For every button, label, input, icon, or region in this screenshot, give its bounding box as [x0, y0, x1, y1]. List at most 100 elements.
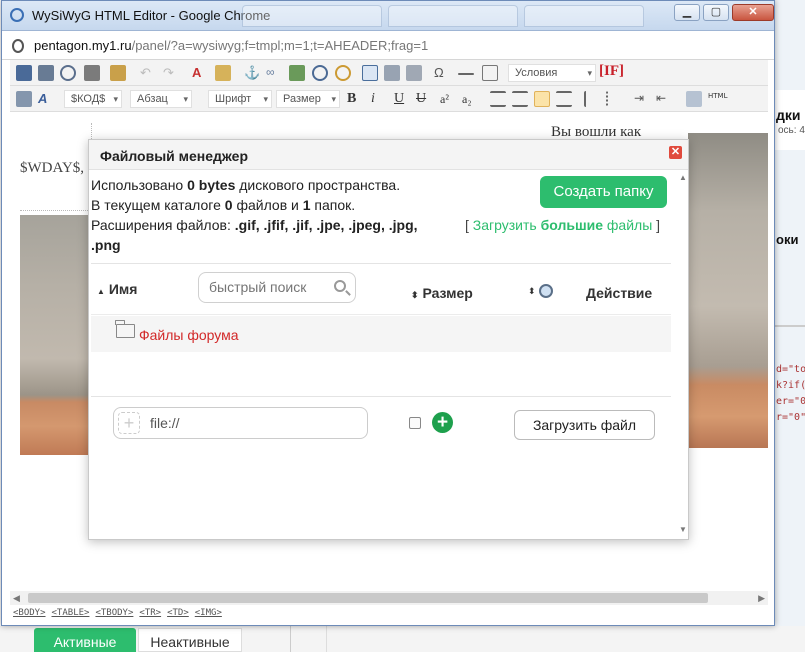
- div-icon[interactable]: [482, 65, 498, 81]
- table-edit-icon[interactable]: [384, 65, 400, 81]
- folder-row[interactable]: Файлы форума: [91, 316, 671, 352]
- align-right-icon[interactable]: [534, 91, 550, 107]
- editor-toolbar-1: ↶ ↷ A ⚓ ∞ Ω Условия [IF]: [10, 60, 768, 86]
- dialog-scrollbar[interactable]: ▲ ▼: [678, 171, 688, 539]
- horizontal-scrollbar[interactable]: ◀ ▶: [10, 591, 768, 605]
- upload-big-pre: Загрузить: [472, 217, 541, 233]
- paragraph-select[interactable]: Абзац: [130, 90, 192, 108]
- strikethrough-icon[interactable]: U: [416, 91, 426, 107]
- align-justify-icon[interactable]: [556, 91, 572, 107]
- path-img[interactable]: <IMG>: [195, 608, 222, 618]
- wday-placeholder: $WDAY$,: [20, 160, 85, 176]
- html-source-icon[interactable]: HTML: [708, 92, 727, 108]
- superscript-icon[interactable]: a²: [440, 91, 449, 107]
- if-button[interactable]: [IF]: [599, 63, 624, 80]
- tab-active[interactable]: Активные: [34, 628, 136, 652]
- background-divider-line: [326, 626, 327, 652]
- upload-large-files-link[interactable]: [ Загрузить большие файлы ]: [465, 217, 660, 233]
- browse-file-icon[interactable]: +: [118, 412, 140, 434]
- ghost-tab: [524, 5, 644, 27]
- omega-icon[interactable]: Ω: [434, 65, 450, 81]
- path-td[interactable]: <TD>: [167, 608, 189, 618]
- undo-icon[interactable]: ↶: [140, 65, 156, 81]
- highlight-icon[interactable]: [215, 65, 231, 81]
- close-window-button[interactable]: ✕: [732, 4, 774, 21]
- path-body[interactable]: <BODY>: [13, 608, 46, 618]
- scroll-thumb[interactable]: [28, 593, 708, 603]
- underline-icon[interactable]: U: [394, 91, 404, 107]
- url-text[interactable]: pentagon.my1.ru/panel/?a=wysiwyg;f=tmpl;…: [34, 38, 428, 53]
- folder-link[interactable]: Файлы форума: [139, 327, 239, 343]
- anchor-icon[interactable]: ⚓: [244, 65, 260, 81]
- scroll-right-icon[interactable]: ▶: [758, 591, 765, 605]
- file-manager-dialog: Файловый менеджер ✕ Использовано 0 bytes…: [88, 139, 689, 540]
- column-size-header[interactable]: ⬍ Размер: [411, 285, 473, 301]
- quick-search[interactable]: [198, 272, 356, 303]
- scroll-left-icon[interactable]: ◀: [13, 591, 20, 605]
- media-icon[interactable]: [335, 65, 351, 81]
- column-date-header[interactable]: ⬍: [528, 283, 553, 298]
- find-icon[interactable]: [84, 65, 100, 81]
- title-bar[interactable]: WySiWyG HTML Editor - Google Chrome ▁ ▢ …: [2, 1, 774, 31]
- scroll-down-icon[interactable]: ▼: [679, 525, 687, 534]
- edit-icon[interactable]: [16, 91, 32, 107]
- text-color-icon[interactable]: A: [192, 65, 208, 81]
- save-all-icon[interactable]: [38, 65, 54, 81]
- scroll-up-icon[interactable]: ▲: [679, 173, 687, 182]
- used-suffix: дискового пространства.: [235, 177, 401, 193]
- upload-big-post: файлы: [603, 217, 653, 233]
- paste-icon[interactable]: [110, 65, 126, 81]
- image-icon[interactable]: [289, 65, 305, 81]
- align-left-icon[interactable]: [490, 91, 506, 107]
- unordered-list-icon[interactable]: [606, 91, 622, 107]
- search-input[interactable]: [209, 279, 329, 295]
- conditions-select[interactable]: Условия: [508, 64, 596, 82]
- dir-count-line: В текущем каталоге 0 файлов и 1 папок.: [91, 195, 418, 215]
- add-field-icon[interactable]: +: [432, 412, 453, 433]
- used-space-line: Использовано 0 bytes дискового пространс…: [91, 175, 418, 195]
- close-icon[interactable]: ✕: [669, 146, 682, 159]
- maximize-button[interactable]: ▢: [703, 4, 729, 21]
- link-icon[interactable]: ∞: [266, 65, 282, 81]
- clean-icon[interactable]: [686, 91, 702, 107]
- subscript-icon[interactable]: a₂: [462, 91, 472, 107]
- bold-icon[interactable]: B: [347, 91, 356, 107]
- create-folder-button[interactable]: Создать папку: [540, 176, 667, 208]
- outdent-icon[interactable]: ⇤: [656, 91, 672, 107]
- tab-inactive[interactable]: Неактивные: [138, 628, 242, 652]
- header-image-right: [688, 133, 768, 448]
- ghost-tab: [388, 5, 518, 27]
- path-tbody[interactable]: <TBODY>: [95, 608, 133, 618]
- indent-icon[interactable]: ⇥: [634, 91, 650, 107]
- extensions-line-2: .png: [91, 235, 418, 255]
- preview-icon[interactable]: [60, 65, 76, 81]
- option-checkbox[interactable]: [409, 417, 421, 429]
- redo-icon[interactable]: ↷: [163, 65, 179, 81]
- form-icon[interactable]: [406, 65, 422, 81]
- file-url-value[interactable]: file://: [150, 415, 180, 431]
- minimize-button[interactable]: ▁: [674, 4, 700, 21]
- dialog-header[interactable]: Файловый менеджер ✕: [89, 140, 688, 170]
- table-icon[interactable]: [362, 65, 378, 81]
- header-image-left: [20, 215, 92, 455]
- column-name-header[interactable]: ▲ Имя: [97, 281, 137, 297]
- horizontal-rule-icon[interactable]: [458, 73, 474, 75]
- search-icon[interactable]: [334, 280, 346, 292]
- address-bar[interactable]: pentagon.my1.ru/panel/?a=wysiwyg;f=tmpl;…: [2, 32, 774, 60]
- path-table[interactable]: <TABLE>: [52, 608, 90, 618]
- upload-file-button[interactable]: Загрузить файл: [514, 410, 655, 440]
- size-select[interactable]: Размер: [276, 90, 340, 108]
- file-url-field[interactable]: + file://: [113, 407, 368, 439]
- style-icon[interactable]: A: [38, 91, 54, 107]
- code-select[interactable]: $КОД$: [64, 90, 122, 108]
- align-center-icon[interactable]: [512, 91, 528, 107]
- save-icon[interactable]: [16, 65, 32, 81]
- font-select[interactable]: Шрифт: [208, 90, 272, 108]
- flash-icon[interactable]: [312, 65, 328, 81]
- folder-count: 1: [302, 197, 311, 213]
- italic-icon[interactable]: i: [371, 91, 375, 107]
- path-tr[interactable]: <TR>: [139, 608, 161, 618]
- ordered-list-icon[interactable]: [584, 91, 600, 107]
- ghost-tab: [242, 5, 382, 27]
- divider: [91, 263, 671, 264]
